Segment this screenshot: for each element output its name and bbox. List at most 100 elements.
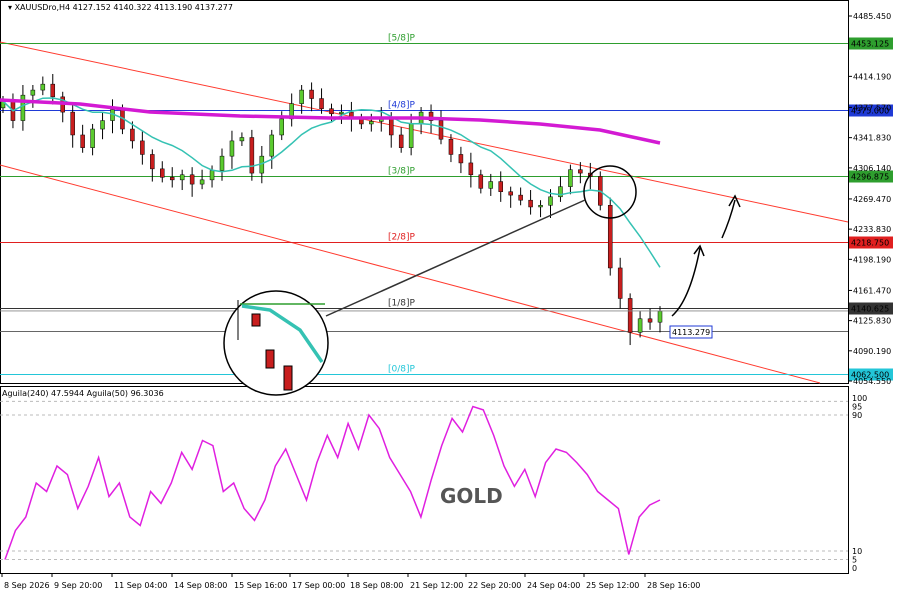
candle-body: [578, 169, 583, 174]
connector-line: [325, 199, 586, 317]
price-tick-label: 4125.830: [853, 317, 891, 326]
price-tick-label: 4198.190: [853, 255, 891, 264]
price-tick-label: 4377.570: [853, 103, 891, 112]
time-label: 9 Sep 20:00: [54, 581, 102, 590]
indicator-grid: [0, 400, 848, 560]
annotations: 4113.279 GOLD: [223, 165, 741, 509]
indicator-line: [4, 405, 661, 560]
level-name: [0/8]P: [388, 365, 416, 375]
candle-body: [20, 94, 26, 121]
dropdown-arrow-icon[interactable]: ▾: [8, 3, 12, 12]
candle-body: [279, 118, 284, 136]
price-frame: [0, 0, 849, 384]
candle-body: [50, 83, 56, 98]
candle-body: [199, 179, 205, 185]
slow-moving-average: [0, 98, 661, 145]
channel-line: [0, 41, 849, 223]
candle-body: [637, 318, 643, 333]
time-label: 22 Sep 20:00: [468, 581, 521, 590]
candle-body: [657, 310, 663, 323]
time-label: 18 Sep 08:00: [350, 581, 403, 590]
candle-body: [528, 199, 533, 208]
candle-body: [339, 111, 344, 115]
price-tick-label: 4233.830: [853, 225, 891, 234]
chart-header: ▾ XAUUSDro,H4 4127.152 4140.322 4113.190…: [8, 3, 233, 12]
candle-body: [548, 196, 553, 206]
candle-body: [239, 137, 245, 142]
price-tick-label: 4090.190: [853, 347, 891, 356]
candle-body: [538, 205, 543, 208]
candle-body: [179, 174, 185, 181]
level-name: [5/8]P: [388, 34, 416, 44]
candle-body: [388, 116, 394, 136]
level-name: [4/8]P: [388, 101, 416, 111]
candle-body: [398, 134, 404, 148]
price-tick-label: 4341.830: [853, 134, 891, 143]
candle-body: [458, 154, 464, 164]
level-name: [3/8]P: [388, 167, 416, 177]
zoom-candle: [251, 313, 261, 327]
candle-body: [568, 169, 573, 187]
candle-body: [189, 174, 195, 185]
candle-body: [627, 298, 633, 333]
price-tick-label: 4485.450: [853, 12, 891, 21]
forecast-arrow: [671, 247, 701, 317]
zoom-candle: [265, 349, 275, 369]
time-label: 24 Sep 04:00: [527, 581, 580, 590]
level-price-label: 4296.875: [851, 173, 889, 182]
level-price-label: 4453.125: [851, 40, 889, 49]
candle-body: [617, 267, 623, 299]
time-label: 8 Sep 2026: [4, 581, 50, 590]
zoom-candle: [283, 365, 293, 391]
candle-body: [607, 205, 613, 269]
candle-body: [309, 89, 314, 99]
level-name: [2/8]P: [388, 233, 416, 243]
candle-body: [408, 123, 414, 148]
candle-body: [468, 162, 474, 176]
candle-body: [319, 98, 324, 109]
candle-body: [448, 138, 454, 155]
candle-body: [40, 83, 46, 91]
candle-body: [269, 134, 275, 157]
indicator-tick-label: 90: [852, 411, 862, 420]
candle-body: [229, 140, 235, 157]
price-tick-label: 4414.190: [853, 72, 891, 81]
candle-body: [100, 120, 105, 130]
time-label: 25 Sep 12:00: [586, 581, 639, 590]
candle-body: [478, 174, 484, 189]
price-tick-label: 4269.470: [853, 195, 891, 204]
candle-body: [169, 177, 175, 181]
candle-body: [488, 181, 494, 189]
murrey-levels: [5/8]P [4/8]P [3/8]P [2/8]P [1/8]P [0/8]P: [0, 34, 848, 375]
zoom-circle: [223, 290, 329, 396]
candle-body: [209, 170, 215, 181]
symbol-info: XAUUSDro,H4 4127.152 4140.322 4113.190 4…: [14, 3, 233, 12]
candle-body: [140, 140, 145, 155]
time-label: 14 Sep 08:00: [174, 581, 227, 590]
candle-body: [30, 89, 36, 96]
level-name: [1/8]P: [388, 299, 416, 309]
candle-body: [369, 121, 374, 125]
candle-body: [249, 137, 255, 174]
price-panel: [5/8]P [4/8]P [3/8]P [2/8]P [1/8]P [0/8]P: [0, 0, 849, 384]
price-tick-label: 4306.140: [853, 164, 891, 173]
candle-body: [160, 168, 165, 178]
indicator-tick-label: 0: [852, 564, 857, 573]
indicator-header: Aguila(240) 47.5944 Aguila(50) 96.3036: [2, 389, 164, 398]
level-price-label: 4218.750: [851, 239, 889, 248]
candle-body: [498, 181, 503, 192]
candle-body: [130, 128, 135, 142]
low-marker: 4113.279: [669, 325, 713, 339]
time-label: 28 Sep 16:00: [647, 581, 700, 590]
level-price-label: 4140.625: [851, 305, 889, 314]
price-tick-label: 4054.550: [853, 377, 891, 386]
price-axis: 4453.1254375.0004296.8754218.7504140.625…: [848, 12, 893, 573]
candle-body: [70, 111, 75, 136]
candle-body: [90, 128, 95, 148]
candle-body: [438, 120, 444, 140]
candle-body: [219, 155, 225, 171]
candle-body: [150, 154, 155, 170]
candle-body: [647, 318, 653, 323]
indicator-panel: [0, 386, 849, 574]
chart-canvas: [5/8]P [4/8]P [3/8]P [2/8]P [1/8]P [0/8]P 445…: [0, 0, 893, 590]
